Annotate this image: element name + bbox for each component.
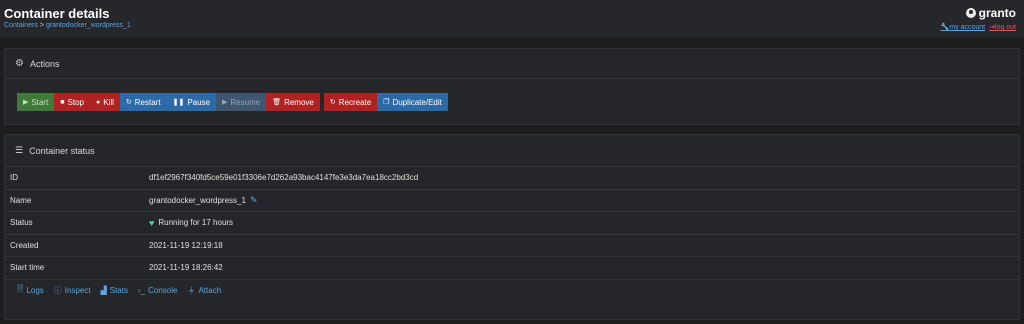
start-button[interactable]: ▶ Start	[17, 93, 55, 111]
duplicate-edit-button[interactable]: ❐ Duplicate/Edit	[377, 93, 448, 111]
resume-label: Resume	[230, 97, 261, 107]
table-row: Status ♥ Running for 17 hours	[5, 212, 1019, 235]
row-label: Name	[10, 195, 32, 205]
pause-icon: ❚❚	[172, 99, 185, 106]
inspect-link[interactable]: ⓘ Inspect	[54, 283, 91, 297]
row-value: ♥ Running for 17 hours	[149, 218, 233, 228]
gears-icon: ⚙	[15, 58, 24, 69]
file-text-icon: 🗎	[17, 284, 24, 293]
edit-icon[interactable]: ✎	[250, 195, 258, 206]
breadcrumb-separator: >	[39, 22, 44, 29]
info-circle-icon: ⓘ	[53, 285, 62, 295]
user-box: granto 🔧my account ⇥log out	[941, 6, 1016, 31]
stats-label: Stats	[109, 285, 128, 295]
pause-button[interactable]: ❚❚ Pause	[166, 93, 216, 111]
plug-icon: ⏚	[187, 285, 196, 295]
actions-panel: ⚙ Actions ▶ Start ■ Stop ● Kill ↻ Restart ❚❚…	[4, 48, 1020, 125]
stats-link[interactable]: ▟ Stats	[101, 283, 128, 297]
stop-button[interactable]: ■ Stop	[54, 93, 90, 111]
container-status-header: ☰ Container status	[5, 135, 1019, 167]
actions-toolbar: ▶ Start ■ Stop ● Kill ↻ Restart ❚❚ Pause ▶ Res…	[17, 93, 448, 111]
breadcrumb: Containers > grantodocker_wordpress_1	[4, 22, 131, 29]
user-links: 🔧my account ⇥log out	[941, 23, 1016, 31]
status-table: ID df1ef2967f340fd5ce59e01f3306e7d262a93…	[5, 167, 1019, 280]
terminal-icon: ›_	[137, 285, 146, 295]
actions-title: Actions	[29, 58, 60, 69]
duplicate-edit-label: Duplicate/Edit	[392, 97, 442, 107]
kill-button[interactable]: ● Kill	[90, 93, 120, 111]
resume-button[interactable]: ▶ Resume	[216, 93, 267, 111]
stop-icon: ■	[60, 98, 65, 106]
pause-label: Pause	[187, 97, 210, 107]
trash-icon: 🗑	[272, 99, 282, 106]
actions-panel-header: ⚙ Actions	[5, 49, 1019, 79]
start-label: Start	[31, 97, 49, 107]
play-icon: ▶	[222, 99, 228, 106]
remove-button[interactable]: 🗑 Remove	[266, 93, 320, 111]
attach-label: Attach	[198, 285, 222, 295]
breadcrumb-containers-link[interactable]: Containers	[4, 22, 38, 29]
stop-label: Stop	[67, 97, 84, 107]
logs-label: Logs	[26, 285, 44, 295]
container-status-title: Container status	[29, 145, 95, 156]
console-link[interactable]: ›_ Console	[138, 283, 177, 297]
kill-label: Kill	[103, 97, 114, 107]
container-links: 🗎 Logs ⓘ Inspect ▟ Stats ›_ Console ⏚ Attach	[17, 283, 221, 297]
start-time: 2021-11-19 18:26:42	[149, 263, 223, 273]
restart-button[interactable]: ↻ Restart	[119, 93, 167, 111]
container-id: df1ef2967f340fd5ce59e01f3306e7d262a93bac…	[149, 173, 419, 183]
breadcrumb-current[interactable]: grantodocker_wordpress_1	[46, 22, 131, 29]
table-row: Created 2021-11-19 12:19:18	[5, 235, 1019, 257]
log-out-label: log out	[994, 24, 1016, 31]
bomb-icon: ●	[96, 98, 101, 106]
refresh-icon: ↻	[329, 99, 336, 106]
row-label: Created	[10, 240, 39, 250]
container-status-panel: ☰ Container status ID df1ef2967f340fd5ce…	[4, 134, 1020, 320]
heartbeat-icon: ♥	[149, 217, 155, 228]
page-title: Container details	[4, 6, 110, 21]
refresh-icon: ↻	[125, 99, 132, 106]
container-name: grantodocker_wordpress_1	[149, 195, 246, 205]
server-icon: ☰	[15, 145, 24, 155]
inspect-label: Inspect	[64, 285, 91, 295]
table-row: Name grantodocker_wordpress_1 ✎	[5, 190, 1019, 212]
created-date: 2021-11-19 12:19:18	[149, 240, 223, 250]
play-icon: ▶	[23, 99, 29, 106]
row-value: 2021-11-19 12:19:18	[149, 241, 223, 250]
attach-link[interactable]: ⏚ Attach	[187, 283, 221, 297]
username: granto	[941, 6, 1016, 20]
my-account-link[interactable]: 🔧my account	[941, 23, 986, 31]
user-circle-icon	[965, 8, 976, 18]
copy-icon: ❐	[383, 99, 390, 106]
area-chart-icon: ▟	[100, 285, 107, 295]
container-status: Running for 17 hours	[158, 218, 234, 228]
row-value: grantodocker_wordpress_1 ✎	[149, 195, 258, 206]
wrench-icon: 🔧	[940, 24, 950, 31]
recreate-button[interactable]: ↻ Recreate	[323, 93, 378, 111]
restart-label: Restart	[134, 97, 161, 107]
row-label: ID	[10, 173, 18, 183]
table-row: ID df1ef2967f340fd5ce59e01f3306e7d262a93…	[5, 167, 1019, 190]
row-value: 2021-11-19 18:26:42	[149, 263, 223, 272]
remove-label: Remove	[284, 97, 314, 107]
row-value: df1ef2967f340fd5ce59e01f3306e7d262a93bac…	[149, 173, 418, 182]
console-label: Console	[148, 285, 178, 295]
top-bar: Container details Containers > grantodocke…	[0, 0, 1024, 38]
recreate-label: Recreate	[338, 97, 372, 107]
logs-link[interactable]: 🗎 Logs	[17, 283, 44, 297]
row-label: Status	[10, 218, 33, 228]
row-label: Start time	[10, 263, 45, 273]
my-account-label: my account	[949, 24, 986, 31]
username-label: granto	[978, 6, 1016, 20]
table-row: Start time 2021-11-19 18:26:42	[5, 257, 1019, 280]
log-out-link[interactable]: ⇥log out	[989, 23, 1016, 31]
